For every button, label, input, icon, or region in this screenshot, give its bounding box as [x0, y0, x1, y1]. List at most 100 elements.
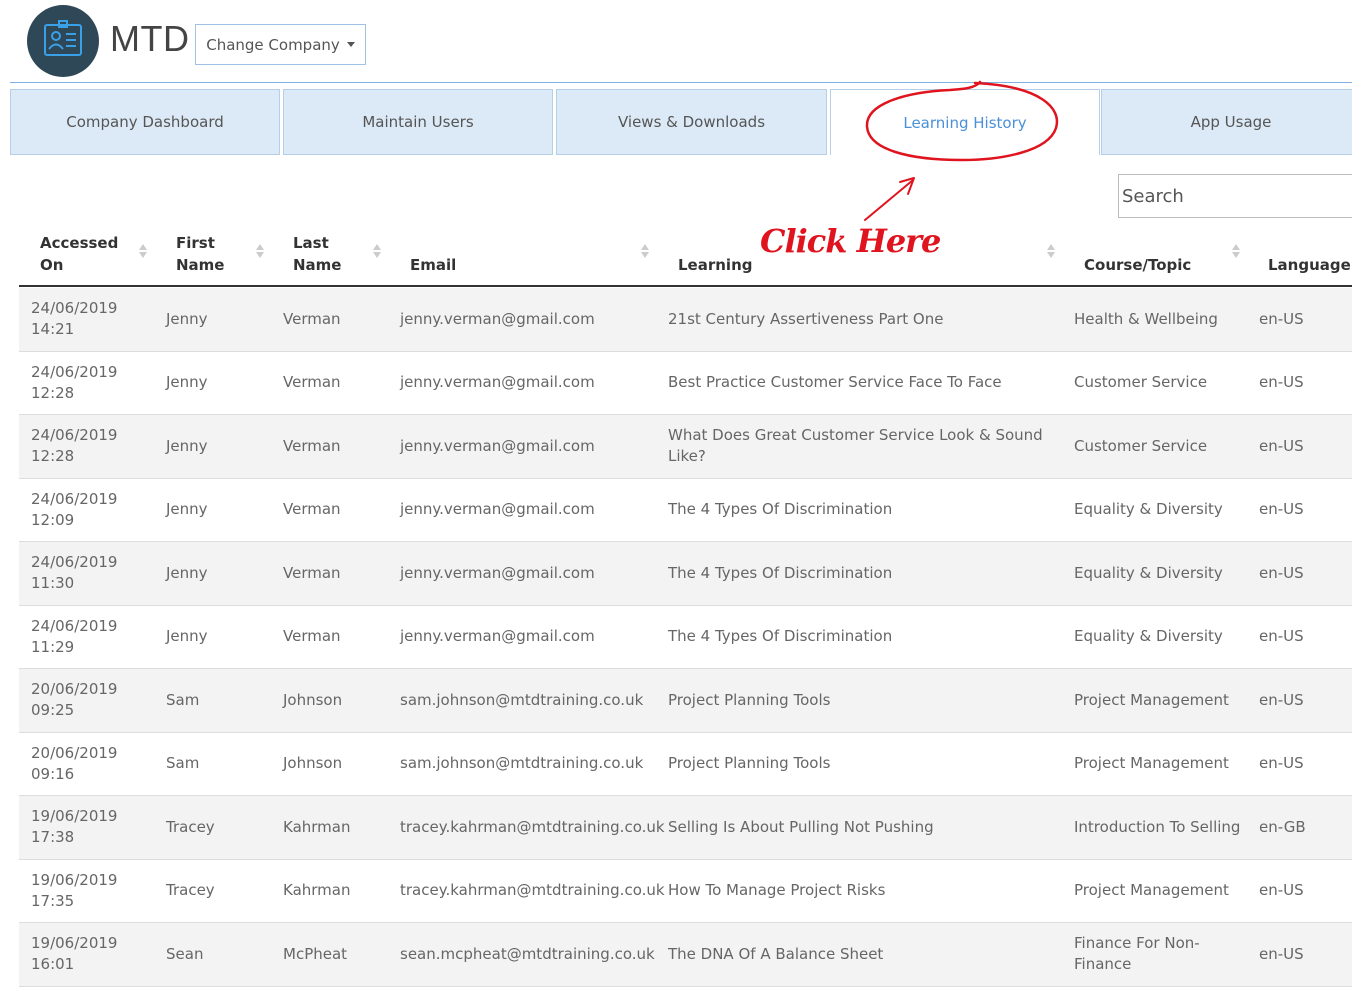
cell-course: Customer Service	[1074, 352, 1254, 415]
cell-course-text: Customer Service	[1074, 436, 1208, 455]
tab-app-usage[interactable]: App Usage	[1101, 89, 1352, 155]
cell-learning-text: The 4 Types Of Discrimination	[668, 627, 893, 646]
cell-lang: en-US	[1259, 288, 1349, 351]
cell-learning-text: The DNA Of A Balance Sheet	[668, 944, 884, 963]
cell-course-text: Equality & Diversity	[1074, 500, 1223, 519]
cell-lang-text: en-US	[1259, 627, 1304, 646]
cell-first-text: Tracey	[166, 817, 215, 836]
cell-lang-text: en-US	[1259, 563, 1304, 582]
cell-time: 14:21	[31, 320, 75, 339]
sort-icon[interactable]	[139, 244, 147, 260]
cell-lang: en-US	[1259, 860, 1349, 923]
cell-last: Kahrman	[283, 860, 393, 923]
cell-email: sean.mcpheat@mtdtraining.co.uk	[400, 923, 660, 986]
search-input[interactable]	[1118, 174, 1352, 218]
cell-lang-text: en-US	[1259, 754, 1304, 773]
cell-learning-text: The 4 Types Of Discrimination	[668, 563, 893, 582]
cell-date: 24/06/2019	[31, 362, 118, 381]
tab-learning-history[interactable]: Learning History	[830, 89, 1100, 155]
brand-name: MTD	[110, 18, 190, 59]
cell-email: sam.johnson@mtdtraining.co.uk	[400, 669, 660, 732]
cell-first: Jenny	[166, 479, 276, 542]
cell-email: jenny.verman@gmail.com	[400, 288, 660, 351]
cell-lang: en-US	[1259, 669, 1349, 732]
cell-course: Project Management	[1074, 733, 1254, 796]
cell-email: sam.johnson@mtdtraining.co.uk	[400, 733, 660, 796]
sort-icon[interactable]	[1047, 244, 1055, 260]
cell-learning-text: Project Planning Tools	[668, 754, 831, 773]
cell-lang-text: en-US	[1259, 500, 1304, 519]
cell-learning-text: 21st Century Assertiveness Part One	[668, 309, 944, 328]
cell-time: 11:29	[31, 637, 75, 656]
cell-email-text: jenny.verman@gmail.com	[400, 309, 595, 328]
column-header-language[interactable]: Language	[1268, 254, 1351, 276]
header-text: Name	[293, 256, 342, 274]
tab-maintain-users[interactable]: Maintain Users	[283, 89, 553, 155]
cell-course-text: Finance For Non-Finance	[1074, 934, 1200, 974]
sort-icon[interactable]	[256, 244, 264, 260]
cell-accessed-on: 20/06/2019 09:16	[31, 733, 151, 796]
cell-time: 12:28	[31, 447, 75, 466]
cell-learning: How To Manage Project Risks	[668, 860, 1048, 923]
cell-last: Verman	[283, 352, 393, 415]
cell-last: Verman	[283, 415, 393, 478]
cell-first-text: Jenny	[166, 309, 208, 328]
cell-lang-text: en-US	[1259, 944, 1304, 963]
cell-date: 24/06/2019	[31, 299, 118, 318]
cell-email-text: jenny.verman@gmail.com	[400, 563, 595, 582]
cell-email-text: jenny.verman@gmail.com	[400, 500, 595, 519]
table-header: Accessed On First Name Last Name Email L…	[19, 228, 1352, 287]
tab-bar: Company Dashboard Maintain Users Views &…	[10, 89, 1352, 156]
cell-date: 19/06/2019	[31, 807, 118, 826]
change-company-button[interactable]: Change Company	[195, 24, 366, 65]
cell-course: Finance For Non-Finance	[1074, 923, 1254, 986]
cell-last-text: Verman	[283, 627, 341, 646]
column-header-course-topic[interactable]: Course/Topic	[1084, 254, 1191, 276]
column-header-email[interactable]: Email	[410, 254, 456, 276]
cell-first-text: Jenny	[166, 627, 208, 646]
cell-time: 16:01	[31, 955, 75, 974]
tab-company-dashboard[interactable]: Company Dashboard	[10, 89, 280, 155]
cell-last-text: McPheat	[283, 944, 348, 963]
cell-lang: en-US	[1259, 606, 1349, 669]
column-header-first-name[interactable]: First Name	[176, 232, 224, 276]
table-row: 19/06/2019 17:38 Tracey Kahrman tracey.kahrm…	[19, 796, 1352, 860]
sort-icon[interactable]	[373, 244, 381, 260]
cell-lang: en-US	[1259, 733, 1349, 796]
cell-email: tracey.kahrman@mtdtraining.co.uk	[400, 796, 665, 859]
column-header-learning[interactable]: Learning	[678, 254, 753, 276]
cell-course-text: Health & Wellbeing	[1074, 309, 1218, 328]
cell-lang: en-US	[1259, 542, 1349, 605]
id-badge-icon	[44, 20, 82, 56]
cell-first: Tracey	[166, 860, 276, 923]
cell-date: 24/06/2019	[31, 489, 118, 508]
cell-last: Kahrman	[283, 796, 393, 859]
cell-last: Johnson	[283, 733, 393, 796]
cell-lang: en-US	[1259, 352, 1349, 415]
table-row: 24/06/2019 12:28 Jenny Verman jenny.verman@g…	[19, 415, 1352, 479]
column-header-last-name[interactable]: Last Name	[293, 232, 341, 276]
cell-lang-text: en-US	[1259, 436, 1304, 455]
cell-learning: The DNA Of A Balance Sheet	[668, 923, 1048, 986]
cell-last-text: Johnson	[283, 690, 343, 709]
arrowhead-icon	[899, 177, 915, 195]
column-header-accessed-on[interactable]: Accessed On	[40, 232, 118, 276]
cell-course: Equality & Diversity	[1074, 479, 1254, 542]
cell-first: Jenny	[166, 542, 276, 605]
cell-first: Sam	[166, 669, 276, 732]
table-row: 24/06/2019 11:30 Jenny Verman jenny.verman@g…	[19, 542, 1352, 606]
cell-last: Verman	[283, 479, 393, 542]
cell-email-text: sam.johnson@mtdtraining.co.uk	[400, 690, 644, 709]
cell-email: jenny.verman@gmail.com	[400, 479, 660, 542]
cell-date: 24/06/2019	[31, 553, 118, 572]
tab-views-downloads[interactable]: Views & Downloads	[556, 89, 827, 155]
cell-course: Equality & Diversity	[1074, 542, 1254, 605]
sort-icon[interactable]	[641, 244, 649, 260]
cell-course-text: Project Management	[1074, 690, 1229, 709]
cell-last: McPheat	[283, 923, 393, 986]
cell-first: Jenny	[166, 606, 276, 669]
cell-email: jenny.verman@gmail.com	[400, 606, 660, 669]
cell-course: Customer Service	[1074, 415, 1254, 478]
sort-icon[interactable]	[1232, 244, 1240, 260]
cell-last-text: Verman	[283, 436, 341, 455]
